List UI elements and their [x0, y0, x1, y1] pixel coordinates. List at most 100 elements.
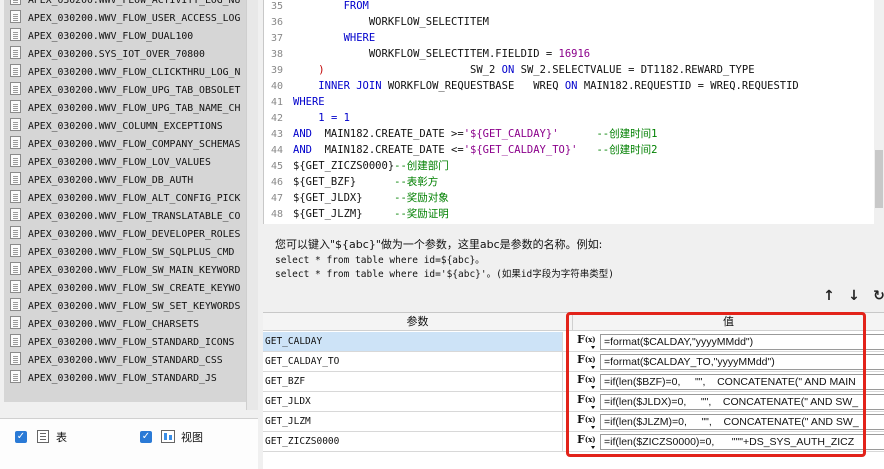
param-name: GET_CALDAY_TO — [263, 352, 563, 371]
table-icon — [10, 100, 21, 113]
parameters-grid: 参数 值 GET_CALDAY F(x) =format($CALDAY,"yyyy… — [263, 312, 884, 469]
table-name: APEX_030200.WWV_FLOW_DEVELOPER_ROLES — [28, 229, 241, 240]
param-name: GET_BZF — [263, 372, 563, 391]
parameter-hint: 您可以键入"${abc}"做为一个参数，这里abc是参数的名称。例如: sele… — [263, 228, 884, 284]
table-list-item[interactable]: APEX_030200.WWV_FLOW_USER_ACCESS_LOG — [4, 10, 246, 28]
table-icon — [10, 46, 21, 59]
table-icon — [10, 208, 21, 221]
view-filter-checkbox[interactable]: ✓ — [140, 431, 152, 443]
param-row[interactable]: GET_JLDX F(x) =if(len($JLDX)=0, "", CONCAT… — [263, 392, 884, 412]
table-filter-checkbox[interactable]: ✓ — [15, 431, 27, 443]
param-name-header: 参数 — [263, 313, 573, 331]
table-list-item[interactable]: APEX_030200.WWV_FLOW_STANDARD_CSS — [4, 352, 246, 370]
table-name: APEX_030200.WWV_FLOW_STANDARD_CSS — [28, 355, 223, 366]
move-up-icon[interactable]: ↑ — [821, 288, 837, 304]
line-number: 46 — [270, 177, 284, 188]
line-number: 45 — [270, 161, 284, 172]
refresh-icon[interactable]: ↻ — [871, 288, 884, 304]
table-icon — [10, 154, 21, 167]
param-value-input[interactable]: =if(len($BZF)=0, "", CONCATENATE(" AND M… — [600, 374, 884, 390]
table-list-item[interactable]: APEX_030200.WWV_FLOW_DUAL100 — [4, 28, 246, 46]
table-icon — [10, 352, 21, 365]
param-row[interactable]: GET_CALDAY_TO F(x) =format($CALDAY_TO,"yyy… — [263, 352, 884, 372]
param-value-input[interactable]: =format($CALDAY,"yyyyMMdd") — [600, 334, 884, 350]
table-name: APEX_030200.WWV_FLOW_SW_SET_KEYWORDS — [28, 301, 241, 312]
table-list-item[interactable]: APEX_030200.WWV_FLOW_SW_MAIN_KEYWORD — [4, 262, 246, 280]
table-icon — [10, 298, 21, 311]
param-value-input[interactable]: =if(len($JLZM)=0, "", CONCATENATE(" AND … — [600, 414, 884, 430]
table-list-item[interactable]: APEX_030200.WWV_FLOW_UPG_TAB_OBSOLET — [4, 82, 246, 100]
table-icon — [10, 136, 21, 149]
param-row[interactable]: GET_CALDAY F(x) =format($CALDAY,"yyyyMMdd"… — [263, 332, 884, 352]
table-type-icon — [37, 430, 49, 443]
table-list-item[interactable]: APEX_030200.WWV_FLOW_ACTIVITY_LOG_NU — [4, 0, 246, 10]
line-number: 47 — [270, 193, 284, 204]
line-number: 43 — [270, 129, 284, 140]
code-line-40: INNER JOIN WORKFLOW_REQUESTBASE WREQ ON … — [318, 80, 799, 92]
table-list-item[interactable]: APEX_030200.WWV_FLOW_STANDARD_JS — [4, 370, 246, 388]
table-name: APEX_030200.SYS_IOT_OVER_70800 — [28, 49, 205, 60]
table-icon — [10, 262, 21, 275]
param-value-header: 值 — [573, 313, 884, 331]
code-line-44: AND MAIN182.CREATE_DATE <='${GET_CALDAY_… — [293, 144, 658, 156]
code-line-38: WORKFLOW_SELECTITEM.FIELDID = 16916 — [368, 48, 591, 60]
table-list-item[interactable]: APEX_030200.WWV_FLOW_SW_CREATE_KEYWO — [4, 280, 246, 298]
table-name: APEX_030200.WWV_FLOW_COMPANY_SCHEMAS — [28, 139, 241, 150]
table-icon — [10, 118, 21, 131]
table-filter-bar: ✓ 表 ✓ 视图 — [0, 418, 258, 469]
table-list-item[interactable]: APEX_030200.WWV_FLOW_CLICKTHRU_LOG_N — [4, 64, 246, 82]
formula-icon[interactable]: F(x) — [577, 373, 596, 390]
table-list-item[interactable]: APEX_030200.WWV_FLOW_SW_SQLPLUS_CMD — [4, 244, 246, 262]
table-name: APEX_030200.WWV_FLOW_SW_SQLPLUS_CMD — [28, 247, 235, 258]
table-list-item[interactable]: APEX_030200.WWV_FLOW_LOV_VALUES — [4, 154, 246, 172]
code-line-47: ${GET_JLDX} --奖励对象 — [293, 192, 449, 204]
param-value-input[interactable]: =if(len($JLDX)=0, "", CONCATENATE(" AND … — [600, 394, 884, 410]
formula-icon[interactable]: F(x) — [577, 433, 596, 450]
hint-example-1: select * from table where id=${abc}。 — [275, 255, 485, 266]
table-list-item[interactable]: APEX_030200.WWV_FLOW_COMPANY_SCHEMAS — [4, 136, 246, 154]
param-row[interactable]: GET_BZF F(x) =if(len($BZF)=0, "", CONCATEN… — [263, 372, 884, 392]
code-line-43: AND MAIN182.CREATE_DATE >='${GET_CALDAY}… — [293, 128, 658, 140]
table-icon — [10, 0, 21, 5]
table-list-scrollbar[interactable] — [246, 0, 258, 410]
table-list-item[interactable]: APEX_030200.WWV_FLOW_UPG_TAB_NAME_CH — [4, 100, 246, 118]
formula-icon[interactable]: F(x) — [577, 353, 596, 370]
table-list-item[interactable]: APEX_030200.WWV_FLOW_DB_AUTH — [4, 172, 246, 190]
table-icon — [10, 190, 21, 203]
param-row[interactable]: GET_ZICZS0000 F(x) =if(len($ZICZS0000)=0, … — [263, 432, 884, 452]
table-list-item[interactable]: APEX_030200.WWV_FLOW_ALT_CONFIG_PICK — [4, 190, 246, 208]
param-name: GET_JLDX — [263, 392, 563, 411]
formula-icon[interactable]: F(x) — [577, 333, 596, 350]
table-list-item[interactable]: APEX_030200.WWV_FLOW_SW_SET_KEYWORDS — [4, 298, 246, 316]
table-list-item[interactable]: APEX_030200.WWV_FLOW_CHARSETS — [4, 316, 246, 334]
table-list-item[interactable]: APEX_030200.WWV_COLUMN_EXCEPTIONS — [4, 118, 246, 136]
line-number: 39 — [270, 65, 284, 76]
param-row[interactable]: GET_JLZM F(x) =if(len($JLZM)=0, "", CONCAT… — [263, 412, 884, 432]
line-number-gutter: 35 36 37 38 39 40 41 42 43 44 45 46 47 48 — [264, 0, 290, 224]
param-value-input[interactable]: =format($CALDAY_TO,"yyyyMMdd") — [600, 354, 884, 370]
table-list-item[interactable]: APEX_030200.WWV_FLOW_DEVELOPER_ROLES — [4, 226, 246, 244]
formula-icon[interactable]: F(x) — [577, 393, 596, 410]
table-browser-panel: APEX_030200.WWV_FLOW_ACTIVITY_LOG_NU APEX… — [0, 0, 258, 469]
table-icon — [10, 280, 21, 293]
formula-icon[interactable]: F(x) — [577, 413, 596, 430]
table-icon — [10, 244, 21, 257]
move-down-icon[interactable]: ↓ — [846, 288, 862, 304]
param-value-input[interactable]: =if(len($ZICZS0000)=0, """+DS_SYS_AUTH_Z… — [600, 434, 884, 450]
param-name: GET_ZICZS0000 — [263, 432, 563, 451]
editor-scrollbar-thumb[interactable] — [875, 150, 883, 208]
hint-text: 您可以键入"${abc}"做为一个参数，这里abc是参数的名称。例如: — [275, 238, 603, 251]
table-list-item[interactable]: APEX_030200.WWV_FLOW_STANDARD_ICONS — [4, 334, 246, 352]
table-name: APEX_030200.WWV_FLOW_TRANSLATABLE_CO — [28, 211, 241, 222]
sql-editor[interactable]: 35 36 37 38 39 40 41 42 43 44 45 46 47 48 FROM WORKFL… — [263, 0, 884, 224]
table-list[interactable]: APEX_030200.WWV_FLOW_ACTIVITY_LOG_NU APEX… — [4, 0, 246, 402]
code-line-37: WHERE — [343, 32, 376, 44]
table-name: APEX_030200.WWV_FLOW_LOV_VALUES — [28, 157, 211, 168]
table-icon — [10, 28, 21, 41]
table-name: APEX_030200.WWV_FLOW_CHARSETS — [28, 319, 200, 330]
editor-scrollbar[interactable] — [874, 0, 884, 224]
view-type-icon — [161, 430, 175, 443]
table-icon — [10, 82, 21, 95]
table-list-item[interactable]: APEX_030200.WWV_FLOW_TRANSLATABLE_CO — [4, 208, 246, 226]
table-list-item[interactable]: APEX_030200.SYS_IOT_OVER_70800 — [4, 46, 246, 64]
